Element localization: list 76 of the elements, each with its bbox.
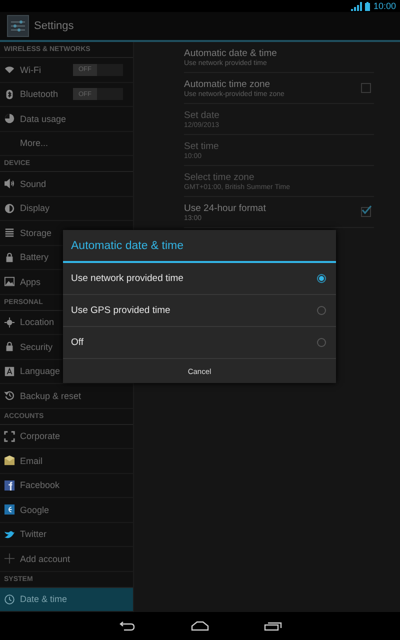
dialog-title: Automatic date & time [63, 230, 336, 263]
settings-app-icon[interactable] [7, 15, 29, 37]
wifi-icon [4, 64, 15, 76]
setting-title: Use 24-hour format [184, 202, 267, 214]
setting-title: Set time [184, 140, 220, 152]
item-label: Email [20, 456, 43, 466]
pie-chart-icon [4, 113, 15, 124]
sidebar-item[interactable]: Add account [0, 547, 133, 572]
google-icon [4, 504, 15, 516]
image-icon [4, 276, 15, 288]
sidebar-item[interactable]: Backup & reset [0, 384, 133, 408]
radio-option[interactable]: Off [63, 327, 336, 359]
item-label: Date & time [20, 594, 68, 604]
padlock-icon [4, 341, 15, 352]
item-label: Facebook [20, 480, 60, 490]
sidebar-item[interactable]: Google [0, 498, 133, 522]
item-label: Bluetooth [20, 89, 58, 100]
item-label: Twitter [20, 529, 47, 540]
padlock-icon [4, 252, 15, 263]
item-label: Display [20, 203, 50, 214]
clock-icon [4, 594, 15, 605]
item-label: Storage [20, 228, 52, 238]
setting-title: Select time zone [184, 172, 256, 182]
sidebar-item[interactable]: Email [0, 449, 133, 474]
history-icon [4, 390, 15, 402]
radio-button[interactable] [317, 338, 326, 347]
item-label: Add account [20, 554, 70, 564]
facebook-icon [4, 480, 15, 491]
option-label: Off [71, 337, 84, 348]
sidebar-item[interactable]: More... [0, 132, 133, 156]
item-label: Data usage [20, 114, 66, 124]
sidebar-item[interactable]: Data usage [0, 107, 133, 132]
item-label: More... [20, 138, 48, 148]
battery-icon [365, 2, 370, 10]
item-label: Language [20, 366, 60, 376]
radio-button[interactable] [317, 306, 326, 315]
list-icon [4, 227, 15, 238]
home-icon[interactable] [191, 621, 209, 631]
setting-title: Automatic date & time [184, 48, 278, 58]
radio-option[interactable]: Use network provided time [63, 263, 336, 295]
setting-title: Set date [184, 110, 220, 120]
item-label: Security [20, 342, 53, 352]
corners-icon [4, 430, 15, 442]
envelope-icon [4, 455, 15, 466]
item-label: Google [20, 504, 50, 515]
radio-option[interactable]: Use GPS provided time [63, 295, 336, 327]
item-label: Backup & reset [20, 390, 82, 401]
checkbox[interactable] [361, 207, 371, 217]
plus-icon [4, 553, 15, 564]
checkbox[interactable] [361, 83, 371, 93]
item-label: Wi-Fi [20, 64, 41, 75]
target-icon [4, 316, 15, 328]
setting-title: Automatic time zone [184, 78, 272, 90]
sidebar-item[interactable]: Facebook [0, 474, 133, 498]
app-title: Settings [34, 20, 74, 32]
clock-time: 10:00 [373, 1, 396, 11]
option-label: Use network provided time [71, 273, 184, 284]
sidebar-item[interactable]: Date & time [0, 588, 133, 612]
item-label: Corporate [20, 431, 60, 442]
bluetooth-icon [4, 88, 15, 100]
bird-icon [4, 528, 15, 540]
language-icon [4, 366, 15, 377]
recents-icon[interactable] [264, 621, 282, 631]
sidebar-item[interactable]: Display [0, 196, 133, 221]
sidebar-item[interactable]: Corporate [0, 424, 133, 449]
radio-button[interactable] [317, 274, 326, 283]
item-label: Location [20, 317, 54, 328]
contrast-icon [4, 202, 15, 214]
item-label: Sound [20, 178, 46, 189]
signal-icon [350, 2, 362, 10]
sidebar-item[interactable]: Twitter [0, 522, 133, 547]
sidebar-item[interactable]: Sound [0, 172, 133, 196]
item-label: Battery [20, 252, 49, 262]
item-label: Apps [20, 276, 41, 287]
back-icon[interactable] [118, 621, 136, 631]
speaker-icon [4, 178, 15, 190]
